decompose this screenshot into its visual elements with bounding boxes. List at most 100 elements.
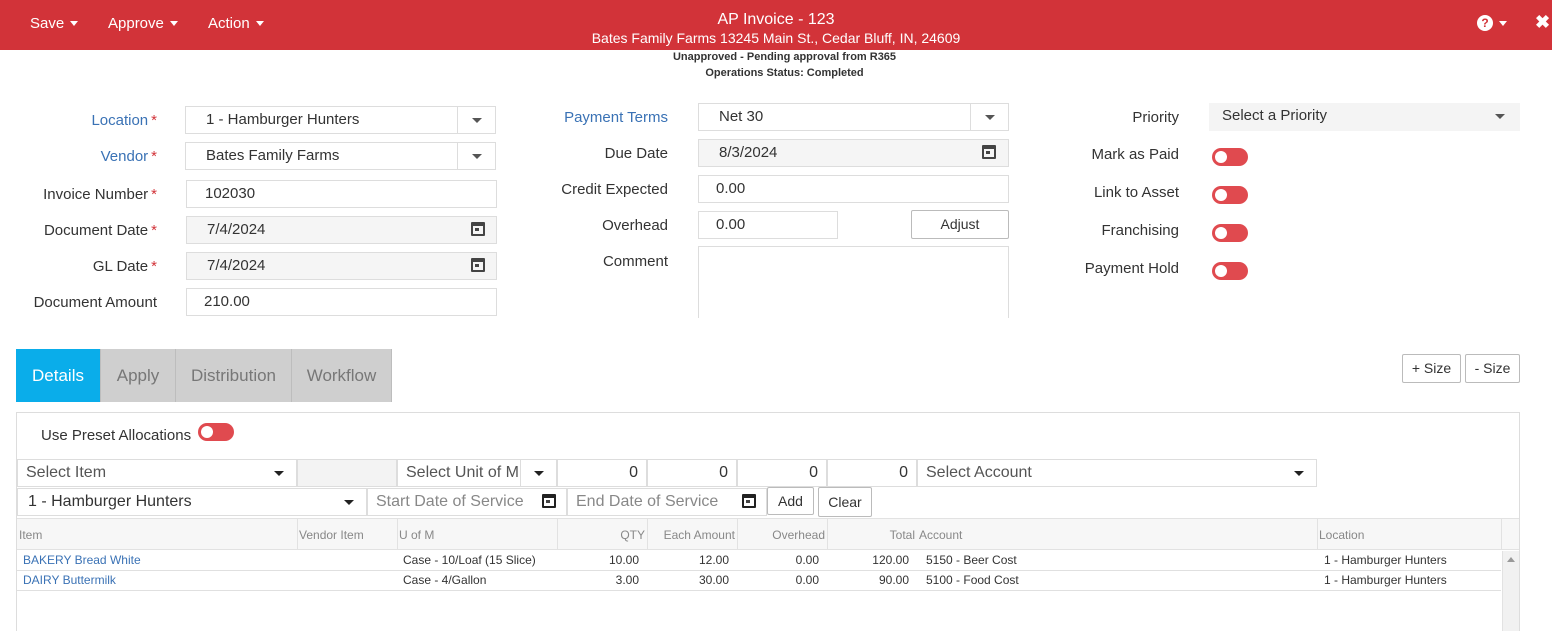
payment-terms-select[interactable]: Net 30 [698,103,1009,131]
column-header-qty[interactable]: QTY [557,528,645,542]
payment-hold-toggle[interactable] [1212,262,1248,280]
column-header-each-amount[interactable]: Each Amount [647,528,735,542]
credit-expected-input[interactable]: 0.00 [698,175,1009,203]
close-icon[interactable]: ✖ [1535,12,1550,33]
increase-size-button[interactable]: + Size [1402,354,1461,383]
each-amount-input[interactable]: 0 [647,459,737,487]
location-select[interactable]: 1 - Hamburger Hunters [185,106,496,134]
mark-as-paid-toggle[interactable] [1212,148,1248,166]
priority-select[interactable]: Select a Priority [1209,103,1520,131]
calendar-icon[interactable] [471,258,485,272]
start-date-input[interactable]: Start Date of Service [367,488,567,516]
chevron-down-icon [344,500,354,505]
select-item-dropdown[interactable]: Select Item [17,459,297,487]
qty-cell: 10.00 [608,553,639,567]
line-location-dropdown[interactable]: 1 - Hamburger Hunters [17,488,367,516]
vendor-select[interactable]: Bates Family Farms [185,142,496,170]
chevron-down-icon [472,118,482,123]
uom-cell: Case - 10/Loaf (15 Slice) [403,553,536,567]
calendar-icon[interactable] [982,145,996,159]
due-date-label: Due Date [604,145,668,162]
table-scrollbar[interactable] [1502,551,1519,631]
gl-date-label: GL Date * [92,258,157,275]
column-header-vendor-item[interactable]: Vendor Item [299,528,364,542]
add-line-button[interactable]: Add [767,487,814,515]
scroll-up-icon[interactable] [1507,557,1515,562]
select-uom-dropdown[interactable]: Select Unit of M [397,459,557,487]
clear-line-button[interactable]: Clear [818,487,872,517]
chevron-down-icon [1495,114,1505,119]
location-label: Location * [91,112,157,129]
overhead-input[interactable]: 0.00 [698,211,838,239]
payment-hold-label: Payment Hold [1084,260,1179,277]
page-title: AP Invoice - 123 [717,11,835,28]
decrease-size-button[interactable]: - Size [1465,354,1520,383]
help-menu-button[interactable]: ? [1477,15,1507,31]
preset-allocations-toggle[interactable] [198,423,234,441]
overhead-label: Overhead [602,217,668,234]
column-header-account[interactable]: Account [919,528,962,542]
column-header-uom[interactable]: U of M [399,528,434,542]
document-amount-input[interactable]: 210.00 [186,288,497,316]
question-circle-icon: ? [1477,15,1493,31]
invoice-number-input[interactable]: 102030 [186,180,497,208]
vendor-label: Vendor * [100,148,157,165]
chevron-down-icon [1294,471,1304,476]
end-date-input[interactable]: End Date of Service [567,488,767,516]
gl-date-input[interactable]: 7/4/2024 [186,252,497,280]
top-bar: Save Approve Action AP Invoice - 123 Bat… [0,0,1552,50]
chevron-down-icon [534,471,544,476]
page-subtitle: Bates Family Farms 13245 Main St., Cedar… [591,30,961,46]
mark-as-paid-label: Mark as Paid [1091,146,1179,163]
calendar-icon[interactable] [471,222,485,236]
calendar-icon[interactable] [742,494,756,508]
tab-details[interactable]: Details [16,349,101,402]
due-date-input[interactable]: 8/3/2024 [698,139,1009,167]
preset-allocations-label: Use Preset Allocations [41,427,192,444]
qty-cell: 3.00 [615,573,639,587]
each-amount-cell: 12.00 [698,553,729,567]
tab-apply[interactable]: Apply [101,349,176,402]
chevron-down-icon [274,471,284,476]
franchising-toggle[interactable] [1212,224,1248,242]
item-link[interactable]: BAKERY Bread White [23,553,141,567]
column-header-location[interactable]: Location [1319,528,1364,542]
priority-label: Priority [1132,109,1179,126]
overhead-amount-input[interactable]: 0 [737,459,827,487]
tab-workflow[interactable]: Workflow [292,349,392,402]
link-to-asset-label: Link to Asset [1093,184,1179,201]
location-cell: 1 - Hamburger Hunters [1324,573,1447,587]
column-header-overhead[interactable]: Overhead [737,528,825,542]
payment-terms-label: Payment Terms [564,109,668,126]
total-cell: 120.00 [872,553,909,567]
account-cell: 5150 - Beer Cost [926,553,1017,567]
document-date-label: Document Date * [43,222,157,239]
uom-cell: Case - 4/Gallon [403,573,487,587]
credit-expected-label: Credit Expected [561,181,668,198]
document-date-input[interactable]: 7/4/2024 [186,216,497,244]
column-header-total[interactable]: Total [827,528,915,542]
invoice-number-label: Invoice Number * [43,186,157,203]
comment-textarea[interactable] [698,246,1009,318]
chevron-down-icon [1499,20,1507,26]
tab-distribution[interactable]: Distribution [176,349,292,402]
table-row[interactable]: DAIRY Buttermilk Case - 4/Gallon 3.00 30… [17,571,1501,590]
vendor-item-input[interactable] [297,459,397,487]
column-header-item[interactable]: Item [19,528,42,542]
overhead-cell: 0.00 [795,553,819,567]
overhead-cell: 0.00 [795,573,819,587]
adjust-button[interactable]: Adjust [911,210,1009,239]
total-input[interactable]: 0 [827,459,917,487]
each-amount-cell: 30.00 [698,573,729,587]
calendar-icon[interactable] [542,494,556,508]
comment-label: Comment [602,253,668,270]
operations-status: Operations Status: Completed [705,67,864,79]
item-link[interactable]: DAIRY Buttermilk [23,573,116,587]
table-row[interactable]: BAKERY Bread White Case - 10/Loaf (15 Sl… [17,551,1501,570]
approval-status: Unapproved - Pending approval from R365 [672,51,897,63]
link-to-asset-toggle[interactable] [1212,186,1248,204]
chevron-down-icon [985,115,995,120]
qty-input[interactable]: 0 [557,459,647,487]
document-amount-label: Document Amount [33,294,157,311]
select-account-dropdown[interactable]: Select Account [917,459,1317,487]
